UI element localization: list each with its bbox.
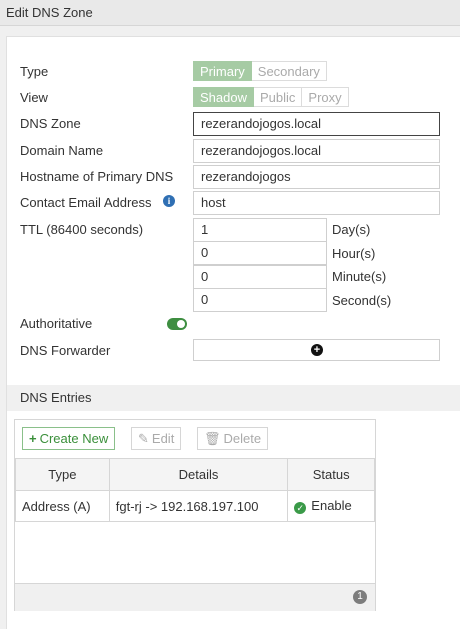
ttl-days-input[interactable]: 1 <box>193 218 327 242</box>
type-label: Type <box>20 64 49 79</box>
table-footer: 1 <box>15 583 375 611</box>
ttl-hours-input[interactable]: 0 <box>193 241 327 265</box>
row-type-cell: Address (A) <box>15 490 110 522</box>
contact-email-label: Contact Email Address <box>20 195 152 210</box>
dns-zone-input[interactable]: rezerandojogos.local <box>193 112 440 136</box>
view-proxy-option[interactable]: Proxy <box>302 87 349 107</box>
dns-entries-section-header: DNS Entries <box>7 385 460 411</box>
type-selector: Primary Secondary <box>193 61 327 81</box>
domain-name-label: Domain Name <box>20 143 104 158</box>
ttl-seconds-input[interactable]: 0 <box>193 288 327 312</box>
plus-icon: + <box>29 431 37 446</box>
edit-label: Edit <box>151 431 175 446</box>
hostname-input[interactable]: rezerandojogos <box>193 165 440 189</box>
column-header-status[interactable]: Status <box>287 458 375 491</box>
dialog-header: Edit DNS Zone <box>0 0 460 26</box>
plus-circle-icon: + <box>311 344 323 356</box>
type-secondary-option[interactable]: Secondary <box>251 61 327 81</box>
dns-zone-label: DNS Zone <box>20 116 81 131</box>
ttl-days-unit: Day(s) <box>332 222 371 237</box>
column-header-details[interactable]: Details <box>108 458 289 491</box>
view-selector: Shadow Public Proxy <box>193 87 349 107</box>
ttl-seconds-unit: Second(s) <box>332 293 392 308</box>
create-new-button[interactable]: + Create New <box>22 427 116 450</box>
dns-entries-toolbar: + Create New ✎ Edit 🗑 Delete <box>15 420 375 458</box>
delete-label: Delete <box>223 431 262 446</box>
ttl-minutes-unit: Minute(s) <box>332 269 387 284</box>
page-title: Edit DNS Zone <box>6 5 93 20</box>
entry-count-badge: 1 <box>353 590 367 604</box>
ttl-hours-unit: Hour(s) <box>332 246 376 261</box>
add-forwarder-button[interactable]: + <box>193 339 440 361</box>
dns-entries-table: Type Details Status Address (A) fgt-rj -… <box>15 458 375 522</box>
authoritative-toggle[interactable] <box>167 318 187 330</box>
domain-name-input[interactable]: rezerandojogos.local <box>193 139 440 163</box>
dns-entries-table-container: + Create New ✎ Edit 🗑 Delete Type Details S… <box>14 419 376 611</box>
trash-icon: 🗑 <box>204 431 221 446</box>
ttl-minutes-input[interactable]: 0 <box>193 265 327 289</box>
table-row[interactable]: Address (A) fgt-rj -> 192.168.197.100 ✓ E… <box>15 490 375 522</box>
info-icon[interactable]: i <box>163 195 175 207</box>
dns-entries-title: DNS Entries <box>20 390 92 405</box>
view-shadow-option[interactable]: Shadow <box>193 87 254 107</box>
delete-button[interactable]: 🗑 Delete <box>197 427 269 450</box>
row-status-cell: ✓ Enable <box>287 490 375 522</box>
column-header-type[interactable]: Type <box>15 458 110 491</box>
type-primary-option[interactable]: Primary <box>193 61 252 81</box>
form-panel: Type Primary Secondary View Shadow Publi… <box>6 36 460 629</box>
pencil-icon: ✎ <box>138 431 149 446</box>
check-circle-icon: ✓ <box>294 502 307 514</box>
contact-email-input[interactable]: host <box>193 191 440 215</box>
row-details-cell: fgt-rj -> 192.168.197.100 <box>108 490 289 522</box>
edit-button[interactable]: ✎ Edit <box>131 427 182 450</box>
status-text: Enable <box>311 498 352 513</box>
authoritative-label: Authoritative <box>20 316 93 331</box>
view-label: View <box>20 90 48 105</box>
dns-forwarder-label: DNS Forwarder <box>20 343 111 358</box>
hostname-label: Hostname of Primary DNS <box>20 169 174 184</box>
view-public-option[interactable]: Public <box>253 87 303 107</box>
table-header-row: Type Details Status <box>15 458 375 491</box>
ttl-label: TTL (86400 seconds) <box>20 222 144 237</box>
create-new-label: Create New <box>39 431 109 446</box>
